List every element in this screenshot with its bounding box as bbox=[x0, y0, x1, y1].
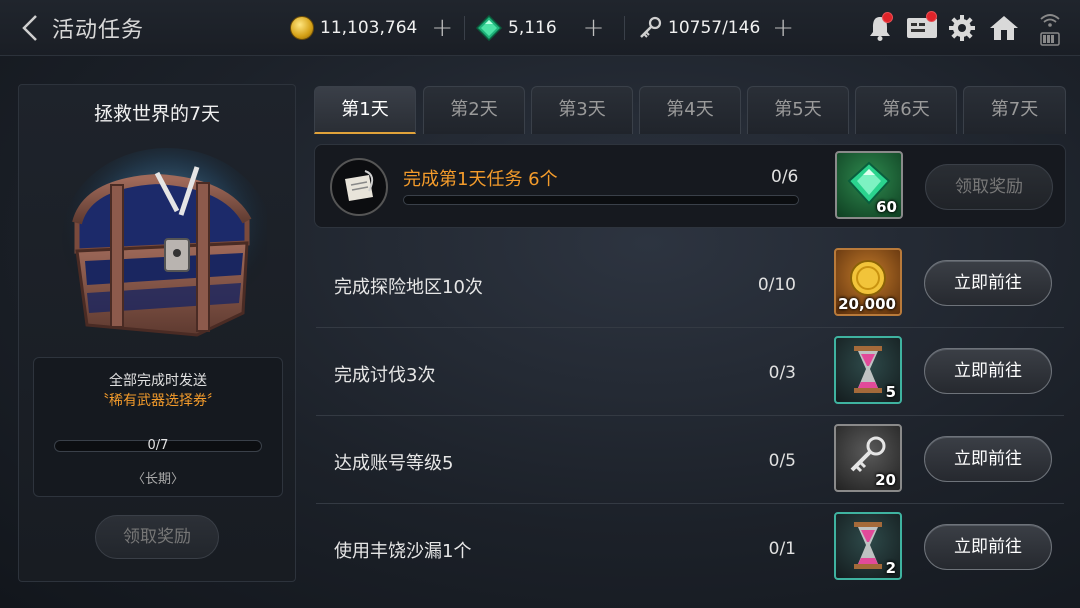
gem-resource: 5,116 + bbox=[476, 13, 604, 43]
gear-icon bbox=[949, 15, 975, 41]
gem-icon bbox=[476, 15, 502, 41]
day-summary-task: 完成第1天任务 6个 0/6 60 领取奖励 bbox=[314, 144, 1066, 228]
reward-item-key[interactable]: 20 bbox=[834, 424, 902, 492]
tab-day-1[interactable]: 第1天 bbox=[314, 86, 416, 134]
reward-quantity: 2 bbox=[885, 559, 896, 577]
tab-day-5[interactable]: 第5天 bbox=[747, 86, 849, 134]
page-title: 活动任务 bbox=[52, 18, 145, 43]
settings-button[interactable] bbox=[948, 14, 976, 42]
task-progress: 0/1 bbox=[768, 539, 796, 559]
task-progress: 0/5 bbox=[768, 451, 796, 471]
task-name: 使用丰饶沙漏1个 bbox=[334, 541, 472, 562]
main-task-progress-text: 0/6 bbox=[771, 167, 799, 187]
add-key-button[interactable]: + bbox=[772, 15, 794, 41]
gold-amount: 11,103,764 bbox=[320, 18, 418, 38]
event-period: 〈长期〉 bbox=[131, 472, 184, 487]
back-arrow-icon[interactable] bbox=[18, 12, 44, 44]
key-resource: 10757/146 + bbox=[638, 13, 794, 43]
reward-item-hourglass[interactable]: 5 bbox=[834, 336, 902, 404]
go-now-button[interactable]: 立即前往 bbox=[924, 524, 1052, 570]
task-row: 使用丰饶沙漏1个 0/1 2 立即前往 bbox=[316, 504, 1064, 592]
event-title: 拯救世界的7天 bbox=[93, 103, 221, 125]
divider bbox=[464, 16, 465, 40]
final-reward-box: 全部完成时发送 〝稀有武器选择券〞 0/7 〈长期〉 bbox=[33, 357, 283, 497]
tab-day-7[interactable]: 第7天 bbox=[963, 86, 1066, 134]
reward-item-gem[interactable]: 60 bbox=[835, 151, 903, 219]
key-icon bbox=[640, 16, 662, 38]
reward-item-hourglass[interactable]: 2 bbox=[834, 512, 902, 580]
divider bbox=[624, 16, 625, 40]
tab-day-2[interactable]: 第2天 bbox=[423, 86, 525, 134]
gold-resource: 11,103,764 + bbox=[290, 13, 453, 43]
home-icon bbox=[990, 16, 1018, 40]
reward-quantity: 20 bbox=[875, 471, 896, 489]
tab-day-3[interactable]: 第3天 bbox=[531, 86, 633, 134]
main-task-name: 完成第1天任务 6个 bbox=[403, 169, 558, 190]
task-progress: 0/3 bbox=[768, 363, 796, 383]
notification-button[interactable] bbox=[866, 12, 894, 42]
treasure-chest-icon bbox=[62, 148, 267, 337]
scroll-quill-icon bbox=[330, 158, 388, 216]
claim-final-reward-button[interactable]: 领取奖励 bbox=[95, 515, 219, 559]
main-task-progress-bar bbox=[403, 195, 799, 205]
reward-description: 全部完成时发送 bbox=[109, 373, 207, 389]
task-row: 完成探险地区10次 0/10 20,000 立即前往 bbox=[316, 240, 1064, 328]
task-row: 完成讨伐3次 0/3 5 立即前往 bbox=[316, 328, 1064, 416]
task-name: 完成探险地区10次 bbox=[334, 277, 483, 298]
home-button[interactable] bbox=[988, 14, 1020, 42]
task-row: 达成账号等级5 0/5 20 立即前往 bbox=[316, 416, 1064, 504]
claim-reward-button[interactable]: 领取奖励 bbox=[925, 164, 1053, 210]
reward-quantity: 60 bbox=[876, 198, 897, 216]
notification-dot bbox=[882, 12, 893, 23]
task-name: 完成讨伐3次 bbox=[334, 365, 436, 386]
add-gold-button[interactable]: + bbox=[431, 15, 453, 41]
go-now-button[interactable]: 立即前往 bbox=[924, 348, 1052, 394]
reward-quantity: 5 bbox=[885, 383, 896, 401]
gem-amount: 5,116 bbox=[508, 18, 557, 38]
task-name: 达成账号等级5 bbox=[334, 453, 454, 474]
wifi-battery-icon bbox=[1040, 14, 1060, 46]
notification-dot bbox=[926, 11, 937, 22]
mail-button[interactable] bbox=[906, 11, 938, 42]
task-progress: 0/10 bbox=[757, 275, 796, 295]
event-summary-panel: 拯救世界的7天 全部完成时发送 〝稀有武器选择券〞 0/7 〈长期〉 领取奖励 bbox=[18, 84, 296, 582]
key-amount: 10757/146 bbox=[668, 18, 761, 38]
add-gem-button[interactable]: + bbox=[583, 15, 605, 41]
go-now-button[interactable]: 立即前往 bbox=[924, 436, 1052, 482]
gold-coin-icon bbox=[290, 16, 314, 40]
event-progress-text: 0/7 bbox=[147, 438, 169, 453]
reward-name: 〝稀有武器选择券〞 bbox=[95, 393, 221, 409]
tab-day-6[interactable]: 第6天 bbox=[855, 86, 957, 134]
top-bar: 活动任务 11,103,764 + 5,116 + 10757/146 + bbox=[0, 0, 1080, 56]
reward-item-gold[interactable]: 20,000 bbox=[834, 248, 902, 316]
go-now-button[interactable]: 立即前往 bbox=[924, 260, 1052, 306]
reward-quantity: 20,000 bbox=[838, 295, 896, 313]
tab-day-4[interactable]: 第4天 bbox=[639, 86, 741, 134]
